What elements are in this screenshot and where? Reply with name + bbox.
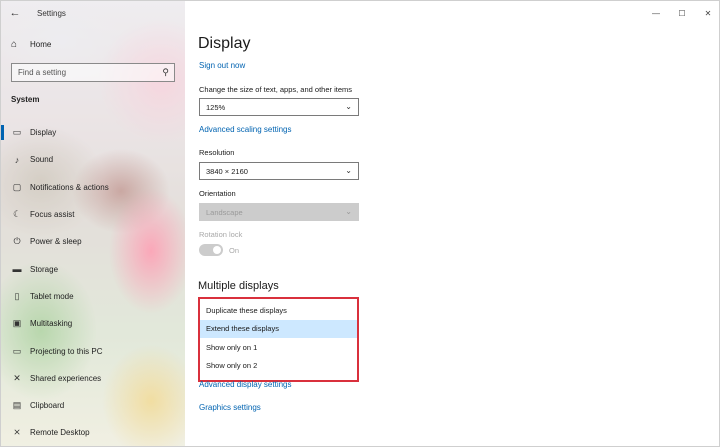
notifications-icon: ▢ [12, 181, 22, 192]
sidebar-item-projecting[interactable]: ▭ Projecting to this PC [1, 337, 185, 364]
scale-value: 125% [206, 102, 226, 112]
page-title: Display [198, 35, 251, 52]
sidebar-item-label: Multitasking [30, 319, 73, 329]
sidebar-item-remote-desktop[interactable]: ⨯ Remote Desktop [1, 419, 185, 446]
option-extend-displays[interactable]: Extend these displays [200, 319, 357, 338]
search-input[interactable] [18, 68, 158, 77]
sidebar-item-label: Power & sleep [30, 237, 82, 247]
sidebar-item-sound[interactable]: ♪ Sound [1, 146, 185, 173]
rotation-lock-toggle-row: On [199, 244, 239, 256]
resolution-dropdown[interactable]: 3840 × 2160 ⌄ [199, 162, 359, 180]
rotation-lock-state: On [229, 245, 240, 255]
sidebar-item-notifications[interactable]: ▢ Notifications & actions [1, 174, 185, 201]
home-icon: ⌂ [11, 39, 18, 50]
section-label-system: System [11, 95, 40, 104]
sidebar-item-clipboard[interactable]: ▤ Clipboard [1, 392, 185, 419]
main-content: — ☐ ✕ Display Sign out now Change the si… [185, 1, 719, 446]
advanced-scaling-link[interactable]: Advanced scaling settings [199, 125, 292, 134]
app-title: Settings [37, 8, 66, 18]
title-bar: ← Settings [1, 1, 185, 25]
search-box[interactable]: ⚲ [11, 63, 175, 82]
orientation-dropdown[interactable]: Landscape ⌄ [199, 203, 359, 221]
sidebar-item-label: Focus assist [30, 210, 75, 220]
sidebar-item-label: Remote Desktop [30, 428, 90, 438]
tablet-icon: ▯ [14, 290, 20, 301]
scale-dropdown[interactable]: 125% ⌄ [199, 98, 359, 116]
advanced-display-link[interactable]: Advanced display settings [199, 380, 292, 389]
chevron-down-icon: ⌄ [345, 207, 352, 216]
minimize-icon[interactable]: — [643, 1, 669, 25]
rotation-lock-toggle[interactable] [199, 244, 223, 256]
search-icon[interactable]: ⚲ [162, 67, 169, 78]
home-link[interactable]: ⌂ Home [11, 39, 51, 50]
option-duplicate-displays[interactable]: Duplicate these displays [200, 301, 357, 320]
sidebar-item-label: Storage [30, 264, 59, 274]
scale-label: Change the size of text, apps, and other… [199, 85, 353, 94]
sidebar-item-label: Tablet mode [30, 291, 74, 301]
chevron-down-icon: ⌄ [345, 166, 352, 175]
sidebar-item-display[interactable]: ▭ Display [1, 119, 185, 146]
sidebar-item-focus-assist[interactable]: ☾ Focus assist [1, 201, 185, 228]
sidebar-item-multitasking[interactable]: ▣ Multitasking [1, 310, 185, 337]
multitasking-icon: ▣ [12, 318, 22, 329]
resolution-label: Resolution [199, 148, 235, 157]
sidebar-item-label: Display [30, 128, 57, 138]
window-controls: — ☐ ✕ [643, 1, 719, 25]
sidebar-item-label: Shared experiences [30, 373, 102, 383]
sidebar-item-shared-experiences[interactable]: ✕ Shared experiences [1, 365, 185, 392]
sidebar-item-label: Projecting to this PC [30, 346, 103, 356]
option-show-only-2[interactable]: Show only on 2 [200, 357, 357, 376]
clipboard-icon: ▤ [12, 400, 22, 411]
multiple-displays-heading: Multiple displays [198, 280, 279, 292]
remote-desktop-icon: ⨯ [13, 427, 21, 438]
close-icon[interactable]: ✕ [695, 1, 719, 25]
back-arrow-icon[interactable]: ← [1, 1, 29, 25]
sidebar-nav: ▭ Display ♪ Sound ▢ Notifications & acti… [1, 119, 185, 446]
power-icon: ⏻ [13, 236, 21, 247]
settings-window: ← Settings ⌂ Home ⚲ System ▭ Display ♪ S [0, 0, 720, 447]
storage-icon: ▬ [12, 264, 22, 275]
sidebar-item-label: Clipboard [30, 401, 65, 411]
sidebar-item-storage[interactable]: ▬ Storage [1, 255, 185, 282]
orientation-value: Landscape [206, 207, 243, 217]
maximize-icon[interactable]: ☐ [669, 1, 695, 25]
shared-experiences-icon: ✕ [13, 372, 21, 383]
sidebar-item-power-sleep[interactable]: ⏻ Power & sleep [1, 228, 185, 255]
multiple-displays-dropdown-list: Duplicate these displays Extend these di… [198, 297, 359, 382]
option-show-only-1[interactable]: Show only on 1 [200, 338, 357, 357]
sign-out-link[interactable]: Sign out now [199, 61, 245, 70]
projecting-icon: ▭ [12, 345, 22, 356]
moon-icon: ☾ [12, 209, 22, 220]
sidebar: ← Settings ⌂ Home ⚲ System ▭ Display ♪ S [1, 1, 185, 446]
sidebar-item-label: Sound [30, 155, 54, 165]
home-label: Home [30, 40, 52, 49]
orientation-label: Orientation [199, 189, 236, 198]
sidebar-item-tablet-mode[interactable]: ▯ Tablet mode [1, 283, 185, 310]
chevron-down-icon: ⌄ [345, 102, 352, 111]
speaker-icon: ♪ [14, 154, 20, 165]
graphics-settings-link[interactable]: Graphics settings [199, 403, 261, 412]
resolution-value: 3840 × 2160 [206, 166, 248, 176]
monitor-icon: ▭ [12, 127, 22, 138]
rotation-lock-label: Rotation lock [199, 230, 243, 239]
sidebar-item-label: Notifications & actions [30, 182, 109, 192]
